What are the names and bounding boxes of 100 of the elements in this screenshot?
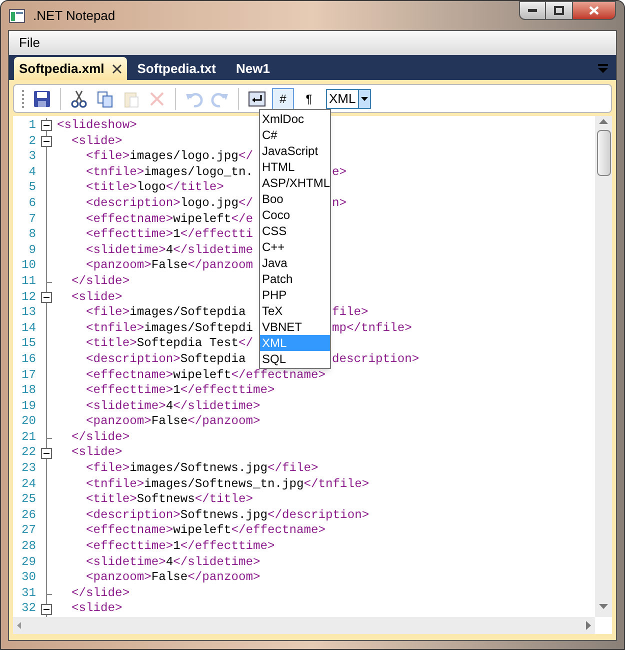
line-number: 9: [28, 242, 37, 258]
dropdown-option[interactable]: SQL: [260, 351, 330, 367]
line-number: 22: [20, 445, 37, 462]
close-tab-icon[interactable]: [112, 64, 122, 74]
dropdown-option[interactable]: Boo: [260, 191, 330, 207]
vertical-scrollbar[interactable]: [595, 116, 612, 617]
code-line: <slideshow>: [57, 118, 137, 134]
dropdown-option[interactable]: Java: [260, 255, 330, 271]
line-number: 8: [28, 227, 37, 243]
scissors-icon[interactable]: [70, 90, 88, 108]
dropdown-option[interactable]: XmlDoc: [260, 111, 330, 127]
line-number: 11: [20, 274, 37, 290]
tab[interactable]: New1: [226, 57, 321, 80]
minimize-button[interactable]: [519, 1, 546, 20]
line-number: 16: [20, 352, 37, 368]
dropdown-option[interactable]: C++: [260, 239, 330, 255]
code-line: description>: [332, 352, 420, 368]
code-line: <tnfile>images/Softnews_tn.jpg</tnfile>: [85, 476, 370, 492]
dropdown-option[interactable]: HTML: [260, 159, 330, 175]
line-number: 30: [20, 570, 37, 586]
wrap-icon[interactable]: [248, 90, 266, 108]
collapse-icon[interactable]: [40, 604, 52, 615]
dropdown-option[interactable]: VBNET: [260, 319, 330, 335]
line-number: 6: [28, 196, 37, 212]
code-line: <slidetime>4</slidetime>: [85, 398, 260, 414]
dropdown-option[interactable]: JavaScript: [260, 143, 330, 159]
code-line: <panzoom>False</panzoom>: [85, 570, 260, 586]
code-line: <slidetime>4</slidetime: [85, 242, 253, 258]
scroll-right-icon[interactable]: [586, 621, 591, 630]
tab[interactable]: Softpedia.txt: [127, 57, 226, 80]
dropdown-option[interactable]: Patch: [260, 271, 330, 287]
code-line: <effectname>wipeleft</effectname>: [85, 368, 326, 384]
dropdown-option[interactable]: C#: [260, 127, 330, 143]
collapse-icon[interactable]: [40, 292, 52, 303]
line-number: 26: [20, 508, 37, 524]
code-line: <effecttime>1</effecttime>: [85, 383, 275, 399]
copy-icon[interactable]: [96, 90, 114, 108]
line-number: 18: [20, 383, 37, 399]
line-number: 12: [20, 290, 37, 306]
save-icon[interactable]: [33, 90, 51, 108]
code-line: </slide>: [70, 274, 130, 290]
menu-item[interactable]: File: [13, 33, 46, 53]
code-line: e>: [332, 164, 347, 180]
close-icon: [589, 6, 599, 15]
line-number: 15: [20, 336, 37, 352]
line-number: 7: [28, 212, 37, 228]
line-number: 19: [20, 398, 37, 414]
line-number: 3: [28, 149, 37, 165]
tab[interactable]: Softpedia.xml: [14, 57, 128, 80]
scroll-down-icon[interactable]: [599, 604, 608, 609]
line-number: 27: [20, 523, 37, 540]
code-line: <file>images/Softepdia: [85, 305, 246, 321]
app-icon: [9, 8, 25, 22]
dropdown-option[interactable]: Coco: [260, 207, 330, 223]
caret-icon: [360, 96, 368, 100]
code-line: <panzoom>False</panzoom: [85, 258, 253, 274]
line-number: 5: [28, 180, 37, 196]
language-dropdown[interactable]: XML: [326, 88, 371, 108]
line-number: 23: [20, 461, 37, 477]
line-number: 17: [20, 368, 37, 384]
code-line: <file>images/Softnews.jpg</file>: [85, 461, 318, 477]
scroll-up-icon[interactable]: [599, 119, 608, 124]
code-line: <title>Softnews</title>: [85, 492, 253, 508]
scrollbar-thumb[interactable]: [596, 130, 610, 176]
collapse-icon[interactable]: [40, 120, 52, 132]
line-number: 20: [20, 414, 37, 430]
code-line: <file>images/logo.jpg</: [85, 149, 253, 165]
window-title: .NET Notepad: [33, 6, 116, 25]
line-number: 29: [20, 554, 37, 570]
line-number: 24: [20, 476, 37, 492]
code-line: <tnfile>images/logo_tn.: [85, 164, 253, 180]
code-line: <slidetime>4</slidetime>: [85, 554, 260, 570]
toggle-button[interactable]: #: [272, 88, 294, 110]
code-line: <tnfile>images/Softepdi: [85, 320, 253, 336]
maximize-button[interactable]: [546, 1, 572, 20]
code-line: <slide>: [70, 445, 122, 462]
horizontal-scrollbar[interactable]: [13, 617, 595, 634]
code-line: <effectname>wipeleft</effectname>: [85, 523, 326, 540]
line-number: 25: [20, 492, 37, 508]
dropdown-option[interactable]: PHP: [260, 287, 330, 303]
code-line: <title>logo</title>: [85, 180, 224, 196]
line-number: 10: [20, 258, 37, 274]
line-number: 28: [20, 539, 37, 555]
dropdown-option[interactable]: CSS: [260, 223, 330, 239]
code-line: <description>Softepdia: [85, 352, 246, 368]
code-line: mp</tnfile>: [332, 320, 412, 336]
line-number: 4: [28, 164, 37, 180]
toggle-button[interactable]: ¶: [298, 88, 320, 110]
code-line: <description>logo.jpg</: [85, 196, 253, 212]
dropdown-option[interactable]: ASP/XHTML: [260, 175, 330, 191]
code-line: </slide>: [70, 586, 130, 602]
code-line: n>: [332, 196, 347, 212]
close-button[interactable]: [572, 1, 616, 20]
collapse-icon[interactable]: [40, 136, 52, 147]
code-line: <effecttime>1</effecttime>: [85, 539, 275, 555]
dropdown-option[interactable]: TeX: [260, 303, 330, 319]
code-line: <description>Softnews.jpg</description>: [85, 508, 370, 524]
line-number: 21: [20, 430, 37, 446]
collapse-icon[interactable]: [40, 448, 52, 459]
code-line: <title>Softepdia Test</: [85, 336, 253, 352]
